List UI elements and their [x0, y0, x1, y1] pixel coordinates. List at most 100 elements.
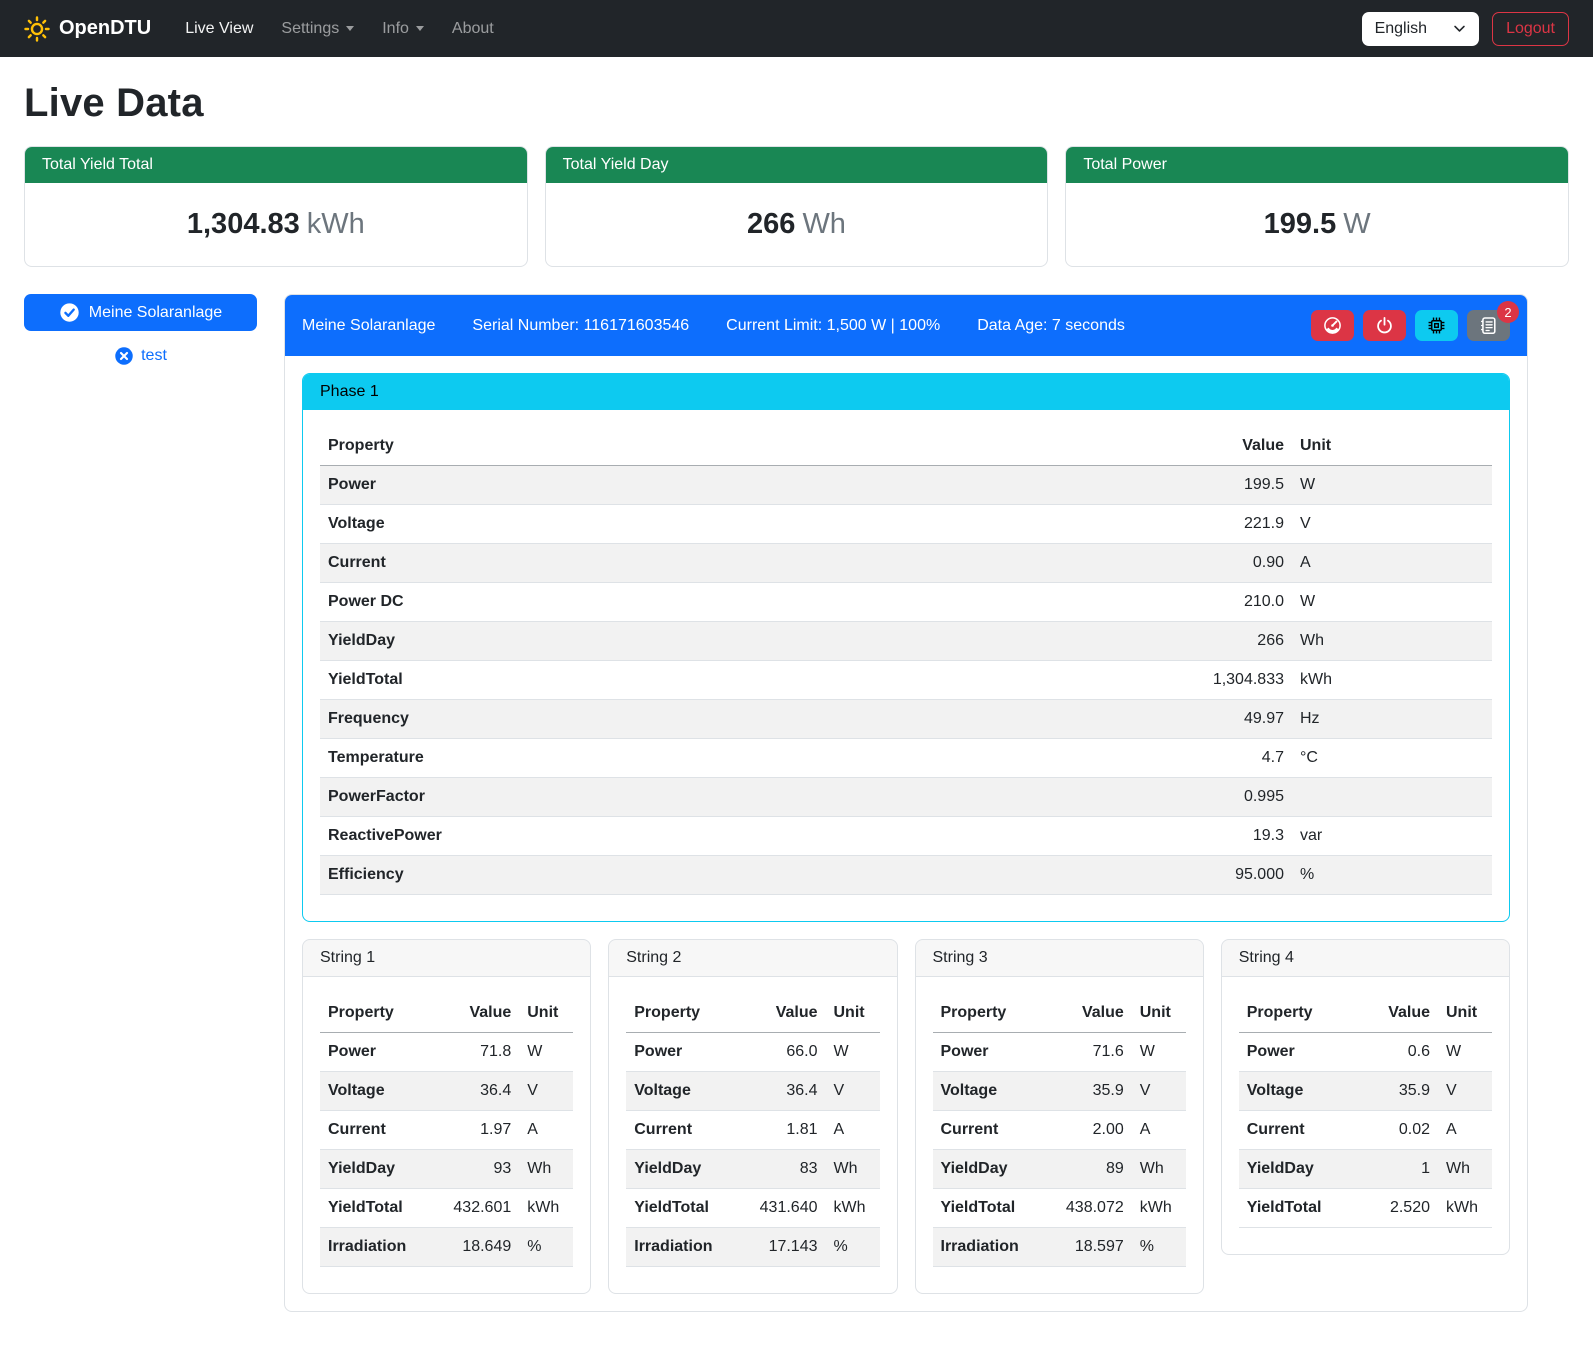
unit-cell: kWh [519, 1189, 573, 1228]
column-header-unit: Unit [1132, 994, 1186, 1033]
value-cell: 2.520 [1350, 1189, 1438, 1228]
column-header-property: Property [933, 994, 1044, 1033]
events-badge: 2 [1497, 301, 1519, 323]
string-4-title: String 4 [1222, 940, 1509, 977]
device-info-button[interactable] [1415, 310, 1458, 341]
unit-cell [1292, 778, 1492, 817]
table-row: ReactivePower19.3var [320, 817, 1492, 856]
value-cell: 35.9 [1350, 1072, 1438, 1111]
inverter-actions: 2 [1311, 310, 1510, 341]
summary-card-title: Total Yield Day [546, 147, 1048, 183]
value-cell: 49.97 [1160, 700, 1292, 739]
unit-cell: A [826, 1111, 880, 1150]
string-4-table: Property Value Unit Power0.6WVoltage35.9… [1239, 994, 1492, 1228]
summary-card-value: 266 [747, 208, 795, 240]
value-cell: 35.9 [1044, 1072, 1132, 1111]
string-2-card: String 2 Property Value Unit [608, 939, 897, 1294]
unit-cell: Hz [1292, 700, 1492, 739]
logout-button[interactable]: Logout [1492, 12, 1569, 46]
table-row: YieldTotal432.601kWh [320, 1189, 573, 1228]
unit-cell: % [826, 1228, 880, 1267]
value-cell: 93 [431, 1150, 519, 1189]
property-cell: Power [320, 466, 1160, 505]
brand[interactable]: OpenDTU [24, 16, 151, 42]
phase-1-card: Phase 1 Property Value Unit Power199.5WV… [302, 373, 1510, 922]
property-cell: Current [1239, 1111, 1350, 1150]
inverter-select-button[interactable]: Meine Solaranlage [24, 294, 257, 331]
unit-cell: A [1132, 1111, 1186, 1150]
table-row: Current2.00A [933, 1111, 1186, 1150]
x-circle-icon [114, 346, 134, 366]
table-row: Voltage36.4V [626, 1072, 879, 1111]
column-header-unit: Unit [519, 994, 573, 1033]
value-cell: 0.90 [1160, 544, 1292, 583]
unit-cell: kWh [1132, 1189, 1186, 1228]
table-row: Irradiation18.649% [320, 1228, 573, 1267]
string-2-title: String 2 [609, 940, 896, 977]
phase-1-table: Property Value Unit Power199.5WVoltage22… [320, 427, 1492, 895]
property-cell: YieldDay [1239, 1150, 1350, 1189]
value-cell: 1.81 [738, 1111, 826, 1150]
sun-icon [24, 16, 50, 42]
property-cell: YieldDay [933, 1150, 1044, 1189]
unit-cell: % [519, 1228, 573, 1267]
nav-item-settings[interactable]: Settings [267, 12, 368, 46]
unit-cell: % [1292, 856, 1492, 895]
unit-cell: kWh [826, 1189, 880, 1228]
value-cell: 89 [1044, 1150, 1132, 1189]
nav-item-info[interactable]: Info [368, 12, 438, 46]
property-cell: YieldDay [320, 622, 1160, 661]
summary-card-unit: kWh [307, 208, 365, 240]
unit-cell: kWh [1292, 661, 1492, 700]
property-cell: YieldTotal [626, 1189, 737, 1228]
table-row: Voltage36.4V [320, 1072, 573, 1111]
power-button[interactable] [1363, 310, 1406, 341]
value-cell: 210.0 [1160, 583, 1292, 622]
summary-card-body: 199.5W [1066, 183, 1568, 266]
table-row: Voltage35.9V [1239, 1072, 1492, 1111]
property-cell: Irradiation [933, 1228, 1044, 1267]
table-header-row: Property Value Unit [626, 994, 879, 1033]
table-row: Power71.6W [933, 1033, 1186, 1072]
property-cell: YieldTotal [1239, 1189, 1350, 1228]
inverter-card: Meine Solaranlage Serial Number: 1161716… [284, 294, 1528, 1312]
page-container: Live Data Total Yield Total 1,304.83kWh … [0, 57, 1593, 1340]
table-row: Current0.02A [1239, 1111, 1492, 1150]
unit-cell: W [1132, 1033, 1186, 1072]
summary-card-total-power: Total Power 199.5W [1065, 146, 1569, 267]
unit-cell: W [1292, 466, 1492, 505]
value-cell: 2.00 [1044, 1111, 1132, 1150]
string-3-table: Property Value Unit Power71.6WVoltage35.… [933, 994, 1186, 1267]
value-cell: 95.000 [1160, 856, 1292, 895]
inverter-item-test[interactable]: test [24, 346, 257, 366]
inverter-select-label: Meine Solaranlage [89, 304, 222, 322]
unit-cell: W [1438, 1033, 1492, 1072]
nav-item-label: Live View [185, 20, 253, 38]
string-1-table: Property Value Unit Power71.8WVoltage36.… [320, 994, 573, 1267]
property-cell: Voltage [320, 505, 1160, 544]
nav-item-about[interactable]: About [438, 12, 508, 46]
inverter-sidebar: Meine Solaranlage test [24, 294, 257, 366]
cpu-icon [1427, 316, 1446, 335]
table-row: Power66.0W [626, 1033, 879, 1072]
table-row: Frequency49.97Hz [320, 700, 1492, 739]
column-header-value: Value [738, 994, 826, 1033]
value-cell: 0.6 [1350, 1033, 1438, 1072]
unit-cell: Wh [826, 1150, 880, 1189]
property-cell: YieldTotal [320, 1189, 431, 1228]
chevron-down-icon [346, 26, 354, 31]
value-cell: 4.7 [1160, 739, 1292, 778]
property-cell: Frequency [320, 700, 1160, 739]
value-cell: 0.995 [1160, 778, 1292, 817]
limit-settings-button[interactable] [1311, 310, 1354, 341]
summary-card-title: Total Power [1066, 147, 1568, 183]
unit-cell: A [519, 1111, 573, 1150]
event-log-button[interactable]: 2 [1467, 310, 1510, 341]
page-title: Live Data [24, 81, 1569, 126]
unit-cell: kWh [1438, 1189, 1492, 1228]
property-cell: YieldDay [320, 1150, 431, 1189]
nav-item-live-view[interactable]: Live View [171, 12, 267, 46]
table-header-row: Property Value Unit [320, 427, 1492, 466]
column-header-unit: Unit [1292, 427, 1492, 466]
language-select[interactable]: English [1362, 12, 1479, 46]
